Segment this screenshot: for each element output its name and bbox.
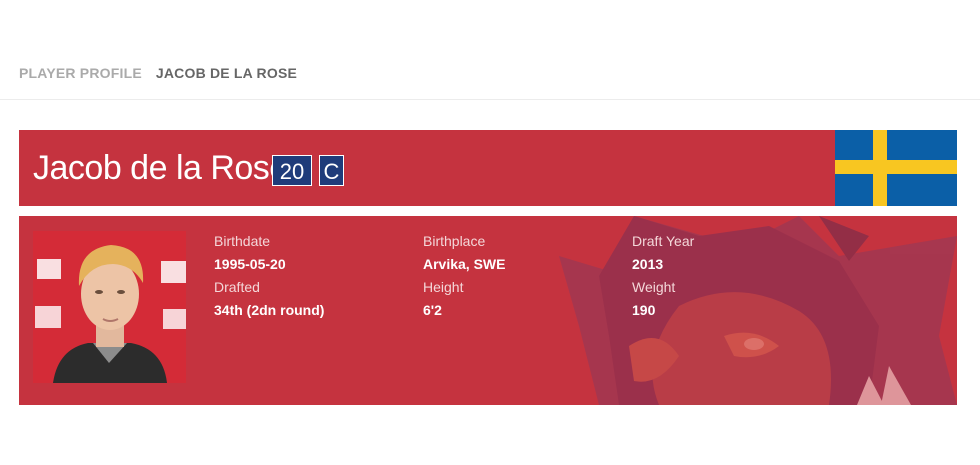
weight-label: Weight bbox=[632, 279, 676, 295]
position-badge: C bbox=[319, 155, 344, 186]
breadcrumb: PLAYER PROFILE JACOB DE LA ROSE bbox=[19, 64, 297, 82]
drafted-label: Drafted bbox=[214, 279, 260, 295]
weight-value: 190 bbox=[632, 302, 656, 318]
player-name-bar: Jacob de la Rose 20 C bbox=[19, 130, 957, 206]
breadcrumb-current: JACOB DE LA ROSE bbox=[155, 65, 298, 81]
player-name: Jacob de la Rose bbox=[33, 149, 288, 187]
birthdate-value: 1995-05-20 bbox=[214, 256, 286, 272]
birthdate-label: Birthdate bbox=[214, 233, 271, 249]
player-info-panel: Birthdate 1995-05-20 Drafted 34th (2dn r… bbox=[19, 216, 957, 405]
sweden-flag-icon bbox=[835, 130, 957, 206]
team-mascot-logo bbox=[559, 216, 957, 405]
player-headshot bbox=[33, 231, 186, 383]
height-value: 6'2 bbox=[423, 302, 442, 318]
breadcrumb-root-link[interactable]: PLAYER PROFILE bbox=[19, 65, 142, 81]
drafted-value: 34th (2dn round) bbox=[214, 302, 325, 318]
header-divider bbox=[0, 99, 980, 100]
birthplace-value: Arvika, SWE bbox=[423, 256, 506, 272]
draft-year-label: Draft Year bbox=[632, 233, 695, 249]
draft-year-value: 2013 bbox=[632, 256, 664, 272]
jersey-number-badge: 20 bbox=[272, 155, 312, 186]
birthplace-label: Birthplace bbox=[423, 233, 486, 249]
height-label: Height bbox=[423, 279, 464, 295]
